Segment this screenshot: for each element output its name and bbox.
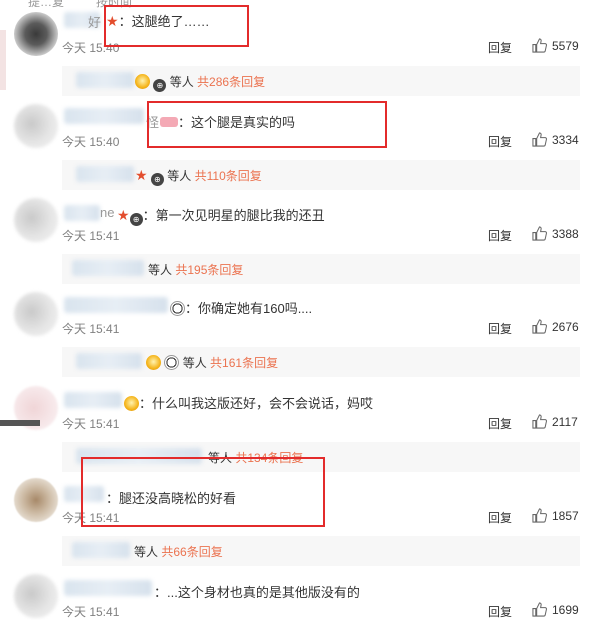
like-button[interactable]: 5579 xyxy=(532,38,579,53)
comment-time: 今天 15:41 xyxy=(62,322,120,336)
like-count: 1857 xyxy=(552,508,579,523)
sub-reply-users xyxy=(72,260,144,276)
sub-reply-count[interactable]: 共195条回复 xyxy=(175,263,243,277)
highlight-box xyxy=(147,101,387,148)
like-button[interactable]: 1857 xyxy=(532,508,579,523)
left-edge-mark xyxy=(0,30,6,90)
vip-emoji-icon xyxy=(135,74,150,89)
star-icon: ★ xyxy=(117,207,130,223)
username[interactable] xyxy=(64,392,122,408)
sub-reply-summary[interactable]: ⊕ 等人 共286条回复 xyxy=(135,73,265,92)
star-icon: ★ xyxy=(135,167,148,183)
thumbs-up-icon xyxy=(532,319,547,334)
badge-icon: ⊕ xyxy=(150,173,164,186)
header-strip: 提…复 按时间 xyxy=(0,0,600,8)
sub-reply-summary[interactable]: 等人 共195条回复 xyxy=(148,261,243,278)
reply-button[interactable]: 回复 xyxy=(488,603,512,620)
highlight-box xyxy=(104,5,249,47)
like-button[interactable]: 3334 xyxy=(532,132,579,147)
like-count: 2117 xyxy=(552,414,578,429)
sub-reply-count[interactable]: 共286条回复 xyxy=(197,75,265,89)
avatar[interactable] xyxy=(14,478,58,522)
username[interactable] xyxy=(64,108,144,124)
badge-icon: ⊕ xyxy=(153,79,167,92)
thumbs-up-icon xyxy=(532,38,547,53)
avatar[interactable] xyxy=(14,292,58,336)
like-button[interactable]: 1699 xyxy=(532,602,579,617)
reply-button[interactable]: 回复 xyxy=(488,320,512,337)
sub-reply-users xyxy=(72,542,130,558)
badge-icon: ⊕ xyxy=(129,213,143,226)
avatar[interactable] xyxy=(14,574,58,618)
sub-reply-count[interactable]: 共161条回复 xyxy=(210,356,278,370)
header-left: 提…复 xyxy=(28,0,65,8)
comment-time: 今天 15:41 xyxy=(62,229,120,243)
like-count: 1699 xyxy=(552,602,579,617)
sub-reply-count[interactable]: 共66条回复 xyxy=(161,545,222,559)
avatar[interactable] xyxy=(14,198,58,242)
like-count: 5579 xyxy=(552,38,579,53)
comment-time: 今天 15:41 xyxy=(62,417,120,431)
reply-button[interactable]: 回复 xyxy=(488,133,512,150)
panda-emoji-icon xyxy=(170,301,185,316)
thumbs-up-icon xyxy=(532,132,547,147)
like-button[interactable]: 2676 xyxy=(532,319,579,334)
username[interactable] xyxy=(64,580,152,596)
username[interactable] xyxy=(64,297,168,313)
avatar[interactable] xyxy=(14,104,58,148)
avatar[interactable] xyxy=(14,12,58,56)
like-count: 3388 xyxy=(552,226,579,241)
comment-time: 今天 15:40 xyxy=(62,135,120,149)
left-edge-mark xyxy=(0,420,40,426)
sub-reply-users xyxy=(76,166,134,182)
comment-time: 今天 15:41 xyxy=(62,605,120,619)
sub-reply-summary[interactable]: ★ ⊕ 等人 共110条回复 xyxy=(135,167,262,186)
thumbs-up-icon xyxy=(532,508,547,523)
vip-emoji-icon xyxy=(146,355,161,370)
comment-text: ★ ⊕ ：第一次见明星的腿比我的还丑 xyxy=(117,207,325,226)
reply-button[interactable]: 回复 xyxy=(488,415,512,432)
sub-reply-count[interactable]: 共110条回复 xyxy=(195,169,262,183)
sub-reply-users xyxy=(76,72,134,88)
username[interactable] xyxy=(64,205,100,221)
reply-button[interactable]: 回复 xyxy=(488,39,512,56)
sub-reply-summary[interactable]: 等人 共66条回复 xyxy=(134,543,223,560)
like-button[interactable]: 3388 xyxy=(532,226,579,241)
comment-text: ：你确定她有160吗.... xyxy=(170,298,312,317)
vip-emoji-icon xyxy=(124,396,139,411)
comment-text: ：...这个身材也真的是其他版没有的 xyxy=(154,585,360,600)
like-count: 2676 xyxy=(552,319,579,334)
thumbs-up-icon xyxy=(532,602,547,617)
thumbs-up-icon xyxy=(532,226,547,241)
like-count: 3334 xyxy=(552,132,579,147)
comment-text: ：什么叫我这版还好，会不会说话，妈哎 xyxy=(124,393,373,412)
sub-reply-summary[interactable]: 等人 共161条回复 xyxy=(146,354,278,371)
reply-button[interactable]: 回复 xyxy=(488,227,512,244)
username-fragment: ne xyxy=(100,205,115,220)
like-button[interactable]: 2117 xyxy=(532,414,578,429)
thumbs-up-icon xyxy=(532,414,547,429)
highlight-box xyxy=(81,457,325,527)
sub-reply-users xyxy=(76,353,142,369)
panda-emoji-icon xyxy=(164,355,180,370)
username-fragment: 好 xyxy=(88,15,102,30)
reply-button[interactable]: 回复 xyxy=(488,509,512,526)
